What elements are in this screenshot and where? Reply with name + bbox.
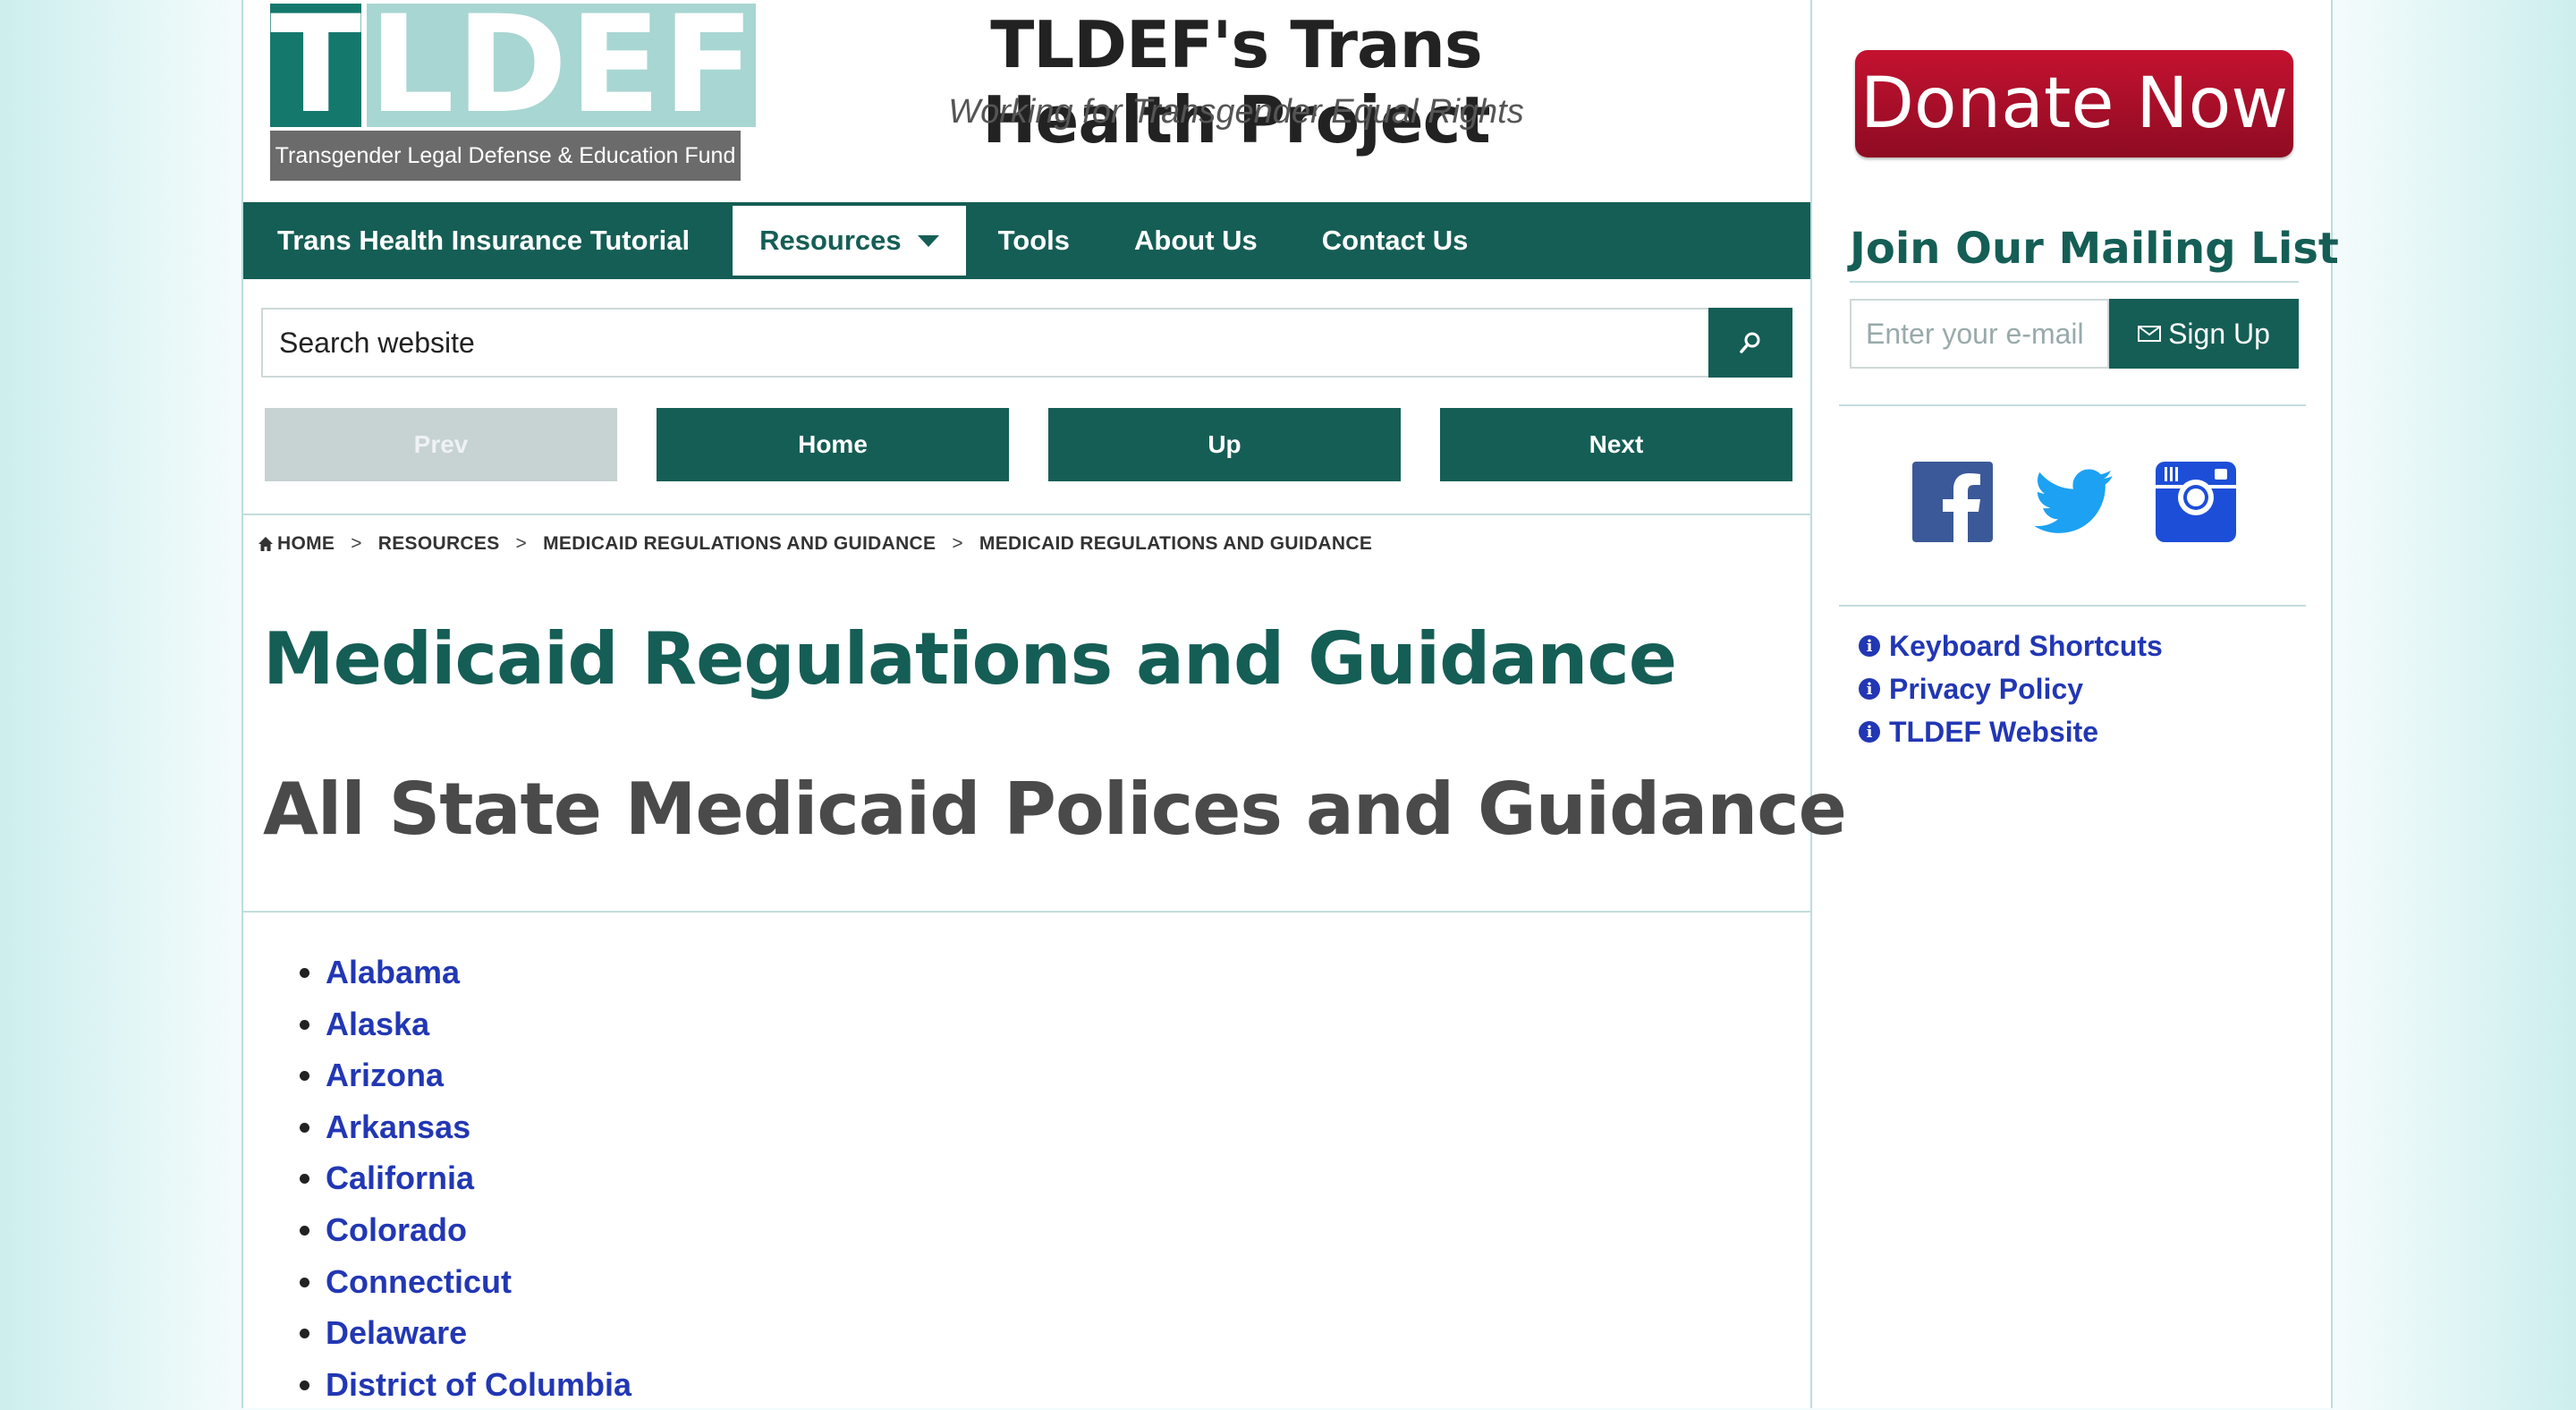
list-item: Alabama bbox=[326, 947, 631, 998]
divider bbox=[1850, 281, 2299, 283]
mailing-list-title: Join Our Mailing List bbox=[1850, 224, 2339, 274]
breadcrumb: HOME > RESOURCES > MEDICAID REGULATIONS … bbox=[258, 533, 1372, 555]
divider bbox=[1839, 605, 2306, 607]
state-link[interactable]: District of Columbia bbox=[326, 1366, 631, 1403]
list-item: Alaska bbox=[326, 998, 631, 1050]
info-icon: i bbox=[1859, 721, 1880, 743]
logo-subtitle: Transgender Legal Defense & Education Fu… bbox=[270, 131, 741, 181]
state-list: Alabama Alaska Arizona Arkansas Californ… bbox=[297, 947, 631, 1410]
link-label: TLDEF Website bbox=[1889, 715, 2099, 748]
state-link[interactable]: Arizona bbox=[326, 1057, 444, 1093]
page: T LDEF Transgender Legal Defense & Educa… bbox=[242, 0, 2339, 1410]
home-button[interactable]: Home bbox=[657, 408, 1009, 481]
logo-mark: T LDEF bbox=[270, 0, 757, 143]
breadcrumb-resources[interactable]: RESOURCES bbox=[378, 533, 500, 555]
state-link[interactable]: Colorado bbox=[326, 1211, 467, 1248]
state-link[interactable]: Delaware bbox=[326, 1314, 467, 1351]
search-input[interactable] bbox=[263, 310, 1708, 376]
facebook-icon[interactable] bbox=[1912, 462, 1993, 542]
sign-up-button[interactable]: Sign Up bbox=[2109, 299, 2299, 369]
sidebar: Donate Now Join Our Mailing List Sign Up bbox=[1812, 0, 2339, 1408]
info-icon: i bbox=[1859, 678, 1880, 700]
instagram-icon[interactable] bbox=[2156, 462, 2236, 542]
state-link[interactable]: Alaska bbox=[326, 1006, 429, 1042]
sign-up-label: Sign Up bbox=[2168, 317, 2270, 350]
caret-down-icon bbox=[917, 234, 939, 247]
social-links bbox=[1812, 462, 2331, 542]
link-label: Privacy Policy bbox=[1889, 672, 2084, 705]
site-title: TLDEF's Trans Health Project bbox=[982, 7, 1490, 157]
breadcrumb-medicaid-parent[interactable]: MEDICAID REGULATIONS AND GUIDANCE bbox=[543, 533, 936, 555]
divider bbox=[1839, 404, 2306, 406]
page-title: Medicaid Regulations and Guidance bbox=[263, 617, 1677, 701]
up-button[interactable]: Up bbox=[1048, 408, 1401, 481]
prev-button: Prev bbox=[265, 408, 617, 481]
divider bbox=[243, 911, 1810, 913]
list-item: Connecticut bbox=[326, 1256, 631, 1308]
next-button[interactable]: Next bbox=[1440, 408, 1792, 481]
breadcrumb-separator: > bbox=[351, 533, 362, 554]
home-icon bbox=[258, 537, 273, 551]
link-label: Keyboard Shortcuts bbox=[1889, 629, 2163, 662]
nav-item-contact-us[interactable]: Contact Us bbox=[1290, 202, 1501, 279]
envelope-icon bbox=[2138, 326, 2162, 342]
pager: Prev Home Up Next bbox=[265, 408, 1792, 483]
section-heading: All State Medicaid Polices and Guidance bbox=[263, 768, 1847, 851]
nav-item-tools[interactable]: Tools bbox=[966, 202, 1102, 279]
breadcrumb-current: MEDICAID REGULATIONS AND GUIDANCE bbox=[979, 533, 1373, 554]
site-tagline: Working for Transgender Equal Rights bbox=[948, 93, 1524, 131]
list-item: Arizona bbox=[326, 1049, 631, 1101]
search-button[interactable] bbox=[1708, 308, 1792, 378]
state-link[interactable]: Connecticut bbox=[326, 1263, 512, 1300]
breadcrumb-home[interactable]: HOME bbox=[277, 533, 335, 555]
main-nav: Trans Health Insurance Tutorial Resource… bbox=[243, 202, 1810, 279]
mailing-list-form: Sign Up bbox=[1850, 299, 2299, 369]
main-column: T LDEF Transgender Legal Defense & Educa… bbox=[243, 0, 1847, 1410]
tldef-website-link[interactable]: i TLDEF Website bbox=[1859, 710, 2163, 753]
list-item: Delaware bbox=[326, 1307, 631, 1359]
nav-item-about-us[interactable]: About Us bbox=[1102, 202, 1290, 279]
breadcrumb-separator: > bbox=[952, 533, 963, 554]
twitter-icon[interactable] bbox=[2034, 462, 2114, 542]
state-link[interactable]: Arkansas bbox=[326, 1108, 470, 1145]
footer-links: i Keyboard Shortcuts i Privacy Policy i … bbox=[1859, 624, 2163, 753]
logo-letters: LDEF bbox=[367, 0, 757, 143]
search-icon bbox=[1740, 332, 1760, 353]
logo-letter-t: T bbox=[270, 0, 362, 143]
privacy-policy-link[interactable]: i Privacy Policy bbox=[1859, 667, 2163, 710]
nav-item-resources-label: Resources bbox=[759, 225, 902, 256]
search-bar bbox=[261, 308, 1792, 378]
donate-button[interactable]: Donate Now bbox=[1855, 50, 2293, 157]
divider bbox=[243, 514, 1810, 515]
state-link[interactable]: Alabama bbox=[326, 954, 460, 990]
info-icon: i bbox=[1859, 635, 1880, 657]
email-field[interactable] bbox=[1850, 299, 2109, 369]
breadcrumb-separator: > bbox=[515, 533, 528, 554]
nav-item-resources[interactable]: Resources bbox=[733, 206, 966, 276]
list-item: District of Columbia bbox=[326, 1359, 631, 1410]
list-item: California bbox=[326, 1152, 631, 1204]
nav-item-insurance-tutorial[interactable]: Trans Health Insurance Tutorial bbox=[243, 202, 722, 279]
state-link[interactable]: California bbox=[326, 1159, 474, 1196]
tldef-logo[interactable]: T LDEF Transgender Legal Defense & Educa… bbox=[270, 0, 757, 181]
list-item: Colorado bbox=[326, 1204, 631, 1256]
keyboard-shortcuts-link[interactable]: i Keyboard Shortcuts bbox=[1859, 624, 2163, 667]
list-item: Arkansas bbox=[326, 1101, 631, 1153]
